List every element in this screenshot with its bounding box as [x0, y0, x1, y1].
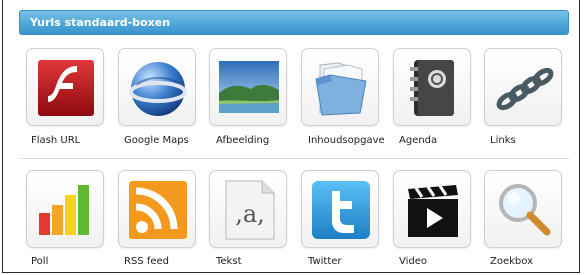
box-inhoudsopgave[interactable]: [301, 48, 379, 126]
box-label: Links: [490, 135, 516, 146]
rss-icon: [129, 181, 187, 239]
box-label: Twitter: [308, 256, 342, 267]
box-zoekbox[interactable]: [484, 170, 562, 248]
box-tekst[interactable]: ,a,: [209, 170, 287, 248]
boxes-panel: Yurls standaard-boxen Flash URL Google M…: [2, 0, 580, 273]
flash-icon: [38, 60, 94, 116]
box-afbeelding[interactable]: [209, 48, 287, 126]
box-label: Flash URL: [31, 135, 81, 146]
box-label: Agenda: [399, 135, 438, 146]
box-flash-url[interactable]: [26, 48, 104, 126]
twitter-icon: [312, 181, 370, 239]
box-links[interactable]: [484, 48, 562, 126]
text-document-icon: ,a,: [225, 180, 275, 240]
bar-chart-icon: [39, 185, 89, 235]
box-video[interactable]: [393, 170, 471, 248]
row-divider: [19, 158, 569, 159]
address-book-icon: [410, 60, 454, 116]
landscape-image-icon: [219, 61, 279, 113]
chain-icon: [496, 67, 554, 111]
box-poll[interactable]: [26, 170, 104, 248]
magnifier-icon: [499, 184, 551, 236]
box-label: Zoekbox: [490, 256, 533, 267]
clapperboard-icon: [408, 185, 458, 237]
panel-title: Yurls standaard-boxen: [30, 16, 171, 29]
box-label: Tekst: [216, 256, 242, 267]
box-label: RSS feed: [124, 256, 169, 267]
globe-icon: [129, 62, 187, 116]
box-label: Inhoudsopgave: [308, 135, 385, 146]
svg-text:,a,: ,a,: [235, 200, 265, 228]
box-label: Google Maps: [124, 135, 189, 146]
panel-header: Yurls standaard-boxen: [19, 10, 569, 35]
box-agenda[interactable]: [393, 48, 471, 126]
box-label: Poll: [31, 256, 49, 267]
box-label: Afbeelding: [216, 135, 270, 146]
box-twitter[interactable]: [301, 170, 379, 248]
box-label: Video: [399, 256, 428, 267]
box-rss-feed[interactable]: [118, 170, 196, 248]
folder-icon: [315, 62, 367, 116]
box-google-maps[interactable]: [118, 48, 196, 126]
